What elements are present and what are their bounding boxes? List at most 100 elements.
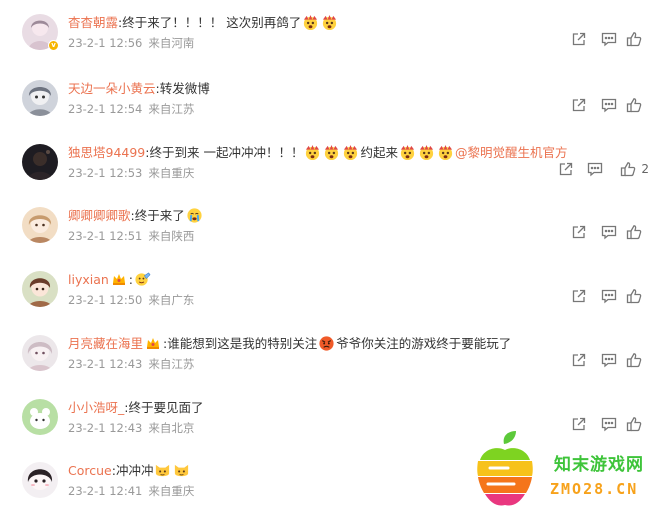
- like-button[interactable]: [626, 223, 647, 241]
- comment-location: 来自河南: [148, 36, 195, 50]
- avatar[interactable]: [22, 399, 58, 435]
- comment-text: 约起来: [360, 145, 398, 160]
- forward-icon: [571, 224, 587, 240]
- avatar[interactable]: [22, 335, 58, 371]
- username-link[interactable]: 小小浩呀_: [68, 400, 124, 415]
- comment-location: 来自江苏: [148, 357, 195, 371]
- watermark: 知末游戏网 ZMO28.CN: [470, 428, 671, 517]
- forward-icon: [571, 31, 587, 47]
- comment-time: 23-2-1 12:43: [68, 421, 143, 435]
- forward-icon: [571, 288, 587, 304]
- comment-button[interactable]: [587, 160, 603, 178]
- comment-icon: [601, 224, 617, 240]
- comment-location: 来自北京: [148, 421, 195, 435]
- comment-button[interactable]: [601, 96, 617, 114]
- comment-icon: [601, 352, 617, 368]
- cat-emoji-icon: [173, 462, 190, 479]
- username-link[interactable]: 杳杳朝露: [68, 15, 118, 30]
- crown-badge-icon: [145, 335, 161, 351]
- username-link[interactable]: 月亮藏在海里: [68, 336, 143, 351]
- comment-item: 天边一朵小黄云:转发微博 23-2-1 12:54 来自江苏: [0, 80, 671, 144]
- shock-emoji-icon: [399, 144, 416, 161]
- shock-emoji-icon: [321, 14, 338, 31]
- like-button[interactable]: [626, 287, 647, 305]
- like-icon: [626, 352, 642, 368]
- comment-button[interactable]: [601, 30, 617, 48]
- shock-emoji-icon: [437, 144, 454, 161]
- avatar[interactable]: [22, 462, 58, 498]
- avatar[interactable]: [22, 144, 58, 180]
- crying-emoji-icon: [186, 207, 203, 224]
- comment-item: 独思塔94499:终于到来 一起冲冲冲！！！ 约起来 @黎明觉醒生机官方 23-2-…: [0, 144, 671, 208]
- comment-text: :终于到来 一起冲冲冲！！！: [145, 145, 304, 160]
- watermark-title: 知末游戏网: [554, 455, 644, 475]
- like-icon: [626, 224, 642, 240]
- like-button[interactable]: 2: [620, 160, 649, 178]
- like-icon: [626, 97, 642, 113]
- comment-location: 来自重庆: [148, 484, 195, 498]
- forward-button[interactable]: [571, 223, 587, 241]
- forward-button[interactable]: [571, 96, 587, 114]
- comment-location: 来自陕西: [148, 229, 195, 243]
- username-link[interactable]: 独思塔94499: [68, 145, 145, 160]
- hand-emoji-icon: [134, 271, 151, 288]
- comment-icon: [587, 161, 603, 177]
- apple-logo-icon: [474, 430, 536, 510]
- comment-location: 来自江苏: [148, 102, 195, 116]
- shock-emoji-icon: [323, 144, 340, 161]
- comment-icon: [601, 288, 617, 304]
- comment-button[interactable]: [601, 223, 617, 241]
- comment-time: 23-2-1 12:41: [68, 484, 143, 498]
- comment-time: 23-2-1 12:50: [68, 293, 143, 307]
- shock-emoji-icon: [302, 14, 319, 31]
- like-button[interactable]: [626, 351, 647, 369]
- forward-button[interactable]: [571, 287, 587, 305]
- comment-text: :终于要见面了: [124, 400, 204, 415]
- comment-icon: [601, 31, 617, 47]
- avatar[interactable]: [22, 207, 58, 243]
- comment-item: v 杳杳朝露:终于来了！！！！ 这次别再鸽了 23-2-1 12:56 来自河南: [0, 14, 671, 78]
- comment-text: :冲冲冲: [111, 463, 154, 478]
- comment-time: 23-2-1 12:56: [68, 36, 143, 50]
- avatar[interactable]: [22, 271, 58, 307]
- avatar[interactable]: [22, 80, 58, 116]
- like-button[interactable]: [626, 96, 647, 114]
- comment-text: :终于来了: [130, 208, 185, 223]
- comment-text: :转发微博: [155, 81, 210, 96]
- forward-button[interactable]: [571, 351, 587, 369]
- comment-time: 23-2-1 12:54: [68, 102, 143, 116]
- shock-emoji-icon: [418, 144, 435, 161]
- forward-button[interactable]: [571, 30, 587, 48]
- comment-button[interactable]: [601, 287, 617, 305]
- comment-item: 卿卿卿卿歌:终于来了 23-2-1 12:51 来自陕西: [0, 207, 671, 271]
- username-link[interactable]: Corcue: [68, 463, 112, 478]
- angry-emoji-icon: [318, 335, 335, 352]
- username-link[interactable]: 卿卿卿卿歌: [68, 208, 131, 223]
- mention-link[interactable]: @黎明觉醒生机官方: [455, 145, 568, 160]
- forward-icon: [571, 97, 587, 113]
- cat-emoji-icon: [154, 462, 171, 479]
- comment-text: 爷爷你关注的游戏终于要能玩了: [336, 336, 512, 351]
- comment-item: 月亮藏在海里 :谁能想到这是我的特别关注 爷爷你关注的游戏终于要能玩了 23-2-1…: [0, 335, 671, 399]
- comment-text: :谁能想到这是我的特别关注: [163, 336, 318, 351]
- comment-time: 23-2-1 12:43: [68, 357, 143, 371]
- forward-button[interactable]: [558, 160, 574, 178]
- like-count: 2: [641, 162, 649, 176]
- comment-button[interactable]: [601, 351, 617, 369]
- verified-badge-icon: v: [48, 40, 59, 51]
- comment-icon: [601, 97, 617, 113]
- watermark-domain: ZMO28.CN: [550, 480, 639, 498]
- comment-location: 来自广东: [148, 293, 195, 307]
- username-link[interactable]: liyxian: [68, 272, 109, 287]
- comment-text: :终于来了！！！！ 这次别再鸽了: [118, 15, 302, 30]
- like-button[interactable]: [626, 30, 647, 48]
- comment-item: liyxian: 23-2-1 12:50 来自广东: [0, 271, 671, 335]
- comment-time: 23-2-1 12:53: [68, 166, 143, 180]
- crown-badge-icon: [111, 271, 127, 287]
- username-link[interactable]: 天边一朵小黄云: [68, 81, 156, 96]
- shock-emoji-icon: [304, 144, 321, 161]
- comment-location: 来自重庆: [148, 166, 195, 180]
- like-icon: [626, 31, 642, 47]
- like-icon: [626, 288, 642, 304]
- comment-time: 23-2-1 12:51: [68, 229, 143, 243]
